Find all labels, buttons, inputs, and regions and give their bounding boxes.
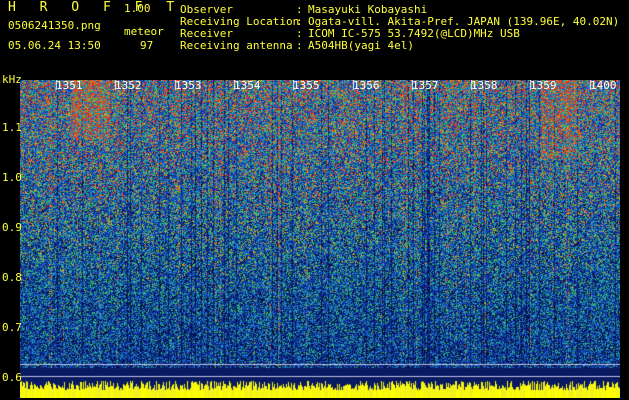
version-label: 1.00 [124,2,151,15]
y-tick-label: 1.0 [2,171,22,184]
x-tick-label: 1355 [293,79,320,92]
y-tick-label: 0.8 [2,271,22,284]
app-title: H R O F F T [8,0,183,15]
y-tick-label: 1.1 [2,121,22,134]
x-tick-label: 1359 [530,79,557,92]
x-tick-label: 1352 [115,79,142,92]
meteor-count: 97 [140,39,154,52]
antenna-key: Receiving antenna [180,39,293,52]
x-tick-label: 1356 [353,79,380,92]
antenna-separator: : [296,39,303,52]
x-tick-label: 1353 [175,79,202,92]
y-tick-label: 0.6 [2,371,22,384]
y-tick-label: 0.9 [2,221,22,234]
x-tick-label: 1400 [590,79,617,92]
meteor-label: meteor [124,25,164,38]
datetime-label: 05.06.24 13:50 [8,39,101,52]
x-tick-label: 1358 [471,79,498,92]
y-axis-unit-label: kHz [2,73,22,86]
spectrogram-canvas [20,80,620,398]
antenna-value: A504HB(yagi 4el) [308,39,414,52]
x-tick-label: 1357 [412,79,439,92]
y-tick-label: 0.7 [2,321,22,334]
filename-label: 0506241350.png [8,19,101,32]
x-tick-label: 1351 [56,79,83,92]
x-tick-label: 1354 [234,79,261,92]
